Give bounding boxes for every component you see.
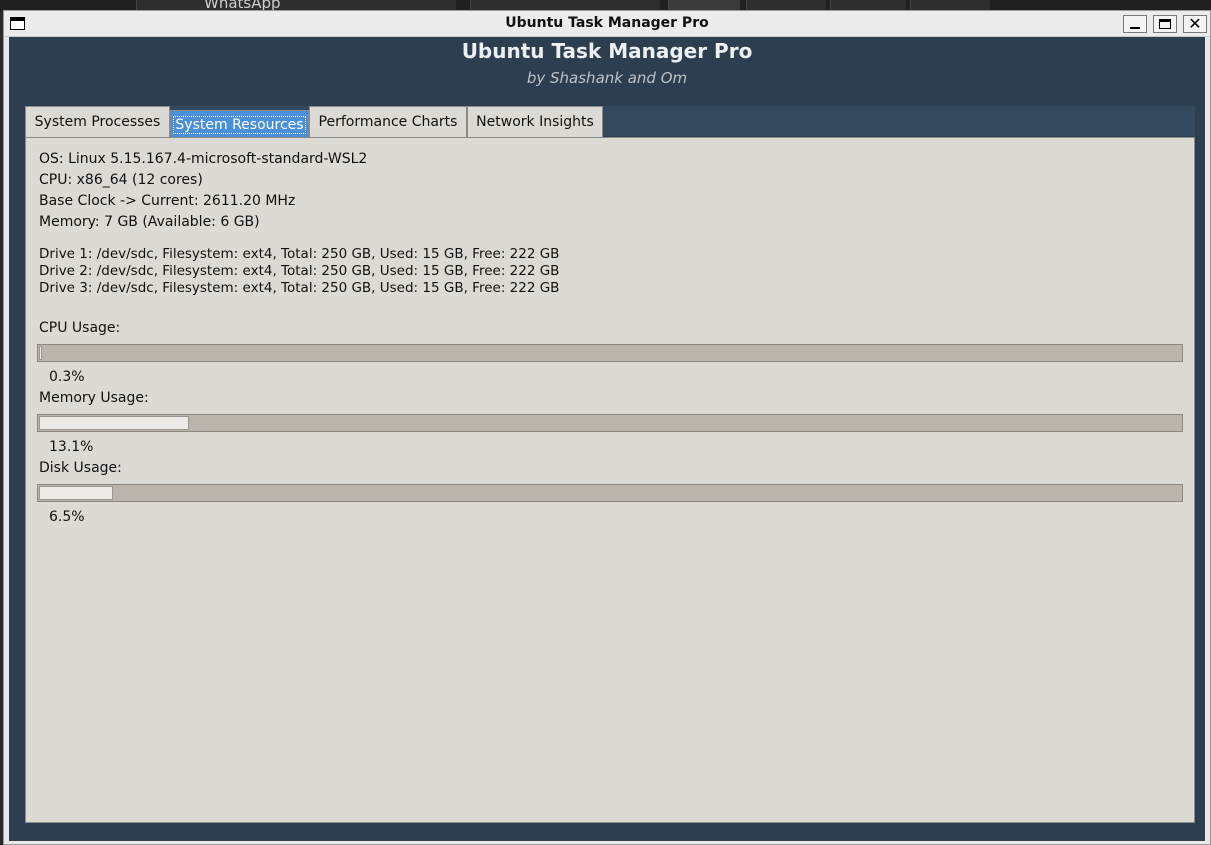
tab-label: Performance Charts <box>318 114 458 130</box>
drive-info: Drive 3: /dev/sdc, Filesystem: ext4, Tot… <box>39 280 560 296</box>
drive-info: Drive 1: /dev/sdc, Filesystem: ext4, Tot… <box>39 246 560 262</box>
host-tab <box>470 0 660 10</box>
memory-usage-label: Memory Usage: <box>39 390 149 406</box>
cpu-usage-progress-bar <box>37 344 1183 362</box>
tab-bar: System Processes System Resources Perfor… <box>25 106 1195 138</box>
minimize-icon <box>1130 27 1140 29</box>
host-tab <box>136 0 456 10</box>
task-manager-window: Ubuntu Task Manager Pro ✕ Ubuntu Task Ma… <box>3 10 1211 845</box>
tab-label: Network Insights <box>476 114 594 130</box>
minimize-button[interactable] <box>1123 15 1147 33</box>
tab-label: System Resources <box>173 115 306 134</box>
tab-system-processes[interactable]: System Processes <box>25 106 170 137</box>
disk-usage-fill <box>39 486 113 500</box>
memory-info: Memory: 7 GB (Available: 6 GB) <box>39 214 260 230</box>
os-info: OS: Linux 5.15.167.4-microsoft-standard-… <box>39 151 368 167</box>
maximize-button[interactable] <box>1153 15 1177 33</box>
maximize-icon <box>1159 19 1171 29</box>
cpu-usage-fill <box>39 346 42 360</box>
app-client-area: Ubuntu Task Manager Pro by Shashank and … <box>9 37 1205 841</box>
window-title: Ubuntu Task Manager Pro <box>505 15 709 31</box>
host-tab <box>668 0 740 10</box>
memory-usage-progress-bar <box>37 414 1183 432</box>
app-subtitle: by Shashank and Om <box>526 69 688 87</box>
tab-label: System Processes <box>34 114 161 130</box>
memory-usage-fill <box>39 416 189 430</box>
disk-usage-progress-bar <box>37 484 1183 502</box>
memory-usage-percent: 13.1% <box>49 439 94 455</box>
drive-info: Drive 2: /dev/sdc, Filesystem: ext4, Tot… <box>39 263 560 279</box>
tab-system-resources[interactable]: System Resources <box>170 110 309 138</box>
host-tab <box>910 0 990 10</box>
host-tab <box>830 0 906 10</box>
window-titlebar[interactable]: Ubuntu Task Manager Pro ✕ <box>4 11 1210 37</box>
cpu-usage-percent: 0.3% <box>49 369 85 385</box>
close-button[interactable]: ✕ <box>1183 15 1207 33</box>
cpu-usage-label: CPU Usage: <box>39 320 121 336</box>
tab-network-insights[interactable]: Network Insights <box>467 106 603 137</box>
host-tab <box>746 0 826 10</box>
close-icon: ✕ <box>1188 14 1202 33</box>
app-title: Ubuntu Task Manager Pro <box>461 39 753 63</box>
disk-usage-percent: 6.5% <box>49 509 85 525</box>
disk-usage-label: Disk Usage: <box>39 460 122 476</box>
cpu-info: CPU: x86_64 (12 cores) <box>39 172 203 188</box>
tab-performance-charts[interactable]: Performance Charts <box>309 106 467 137</box>
system-resources-panel: OS: Linux 5.15.167.4-microsoft-standard-… <box>25 137 1195 823</box>
clock-info: Base Clock -> Current: 2611.20 MHz <box>39 193 296 209</box>
